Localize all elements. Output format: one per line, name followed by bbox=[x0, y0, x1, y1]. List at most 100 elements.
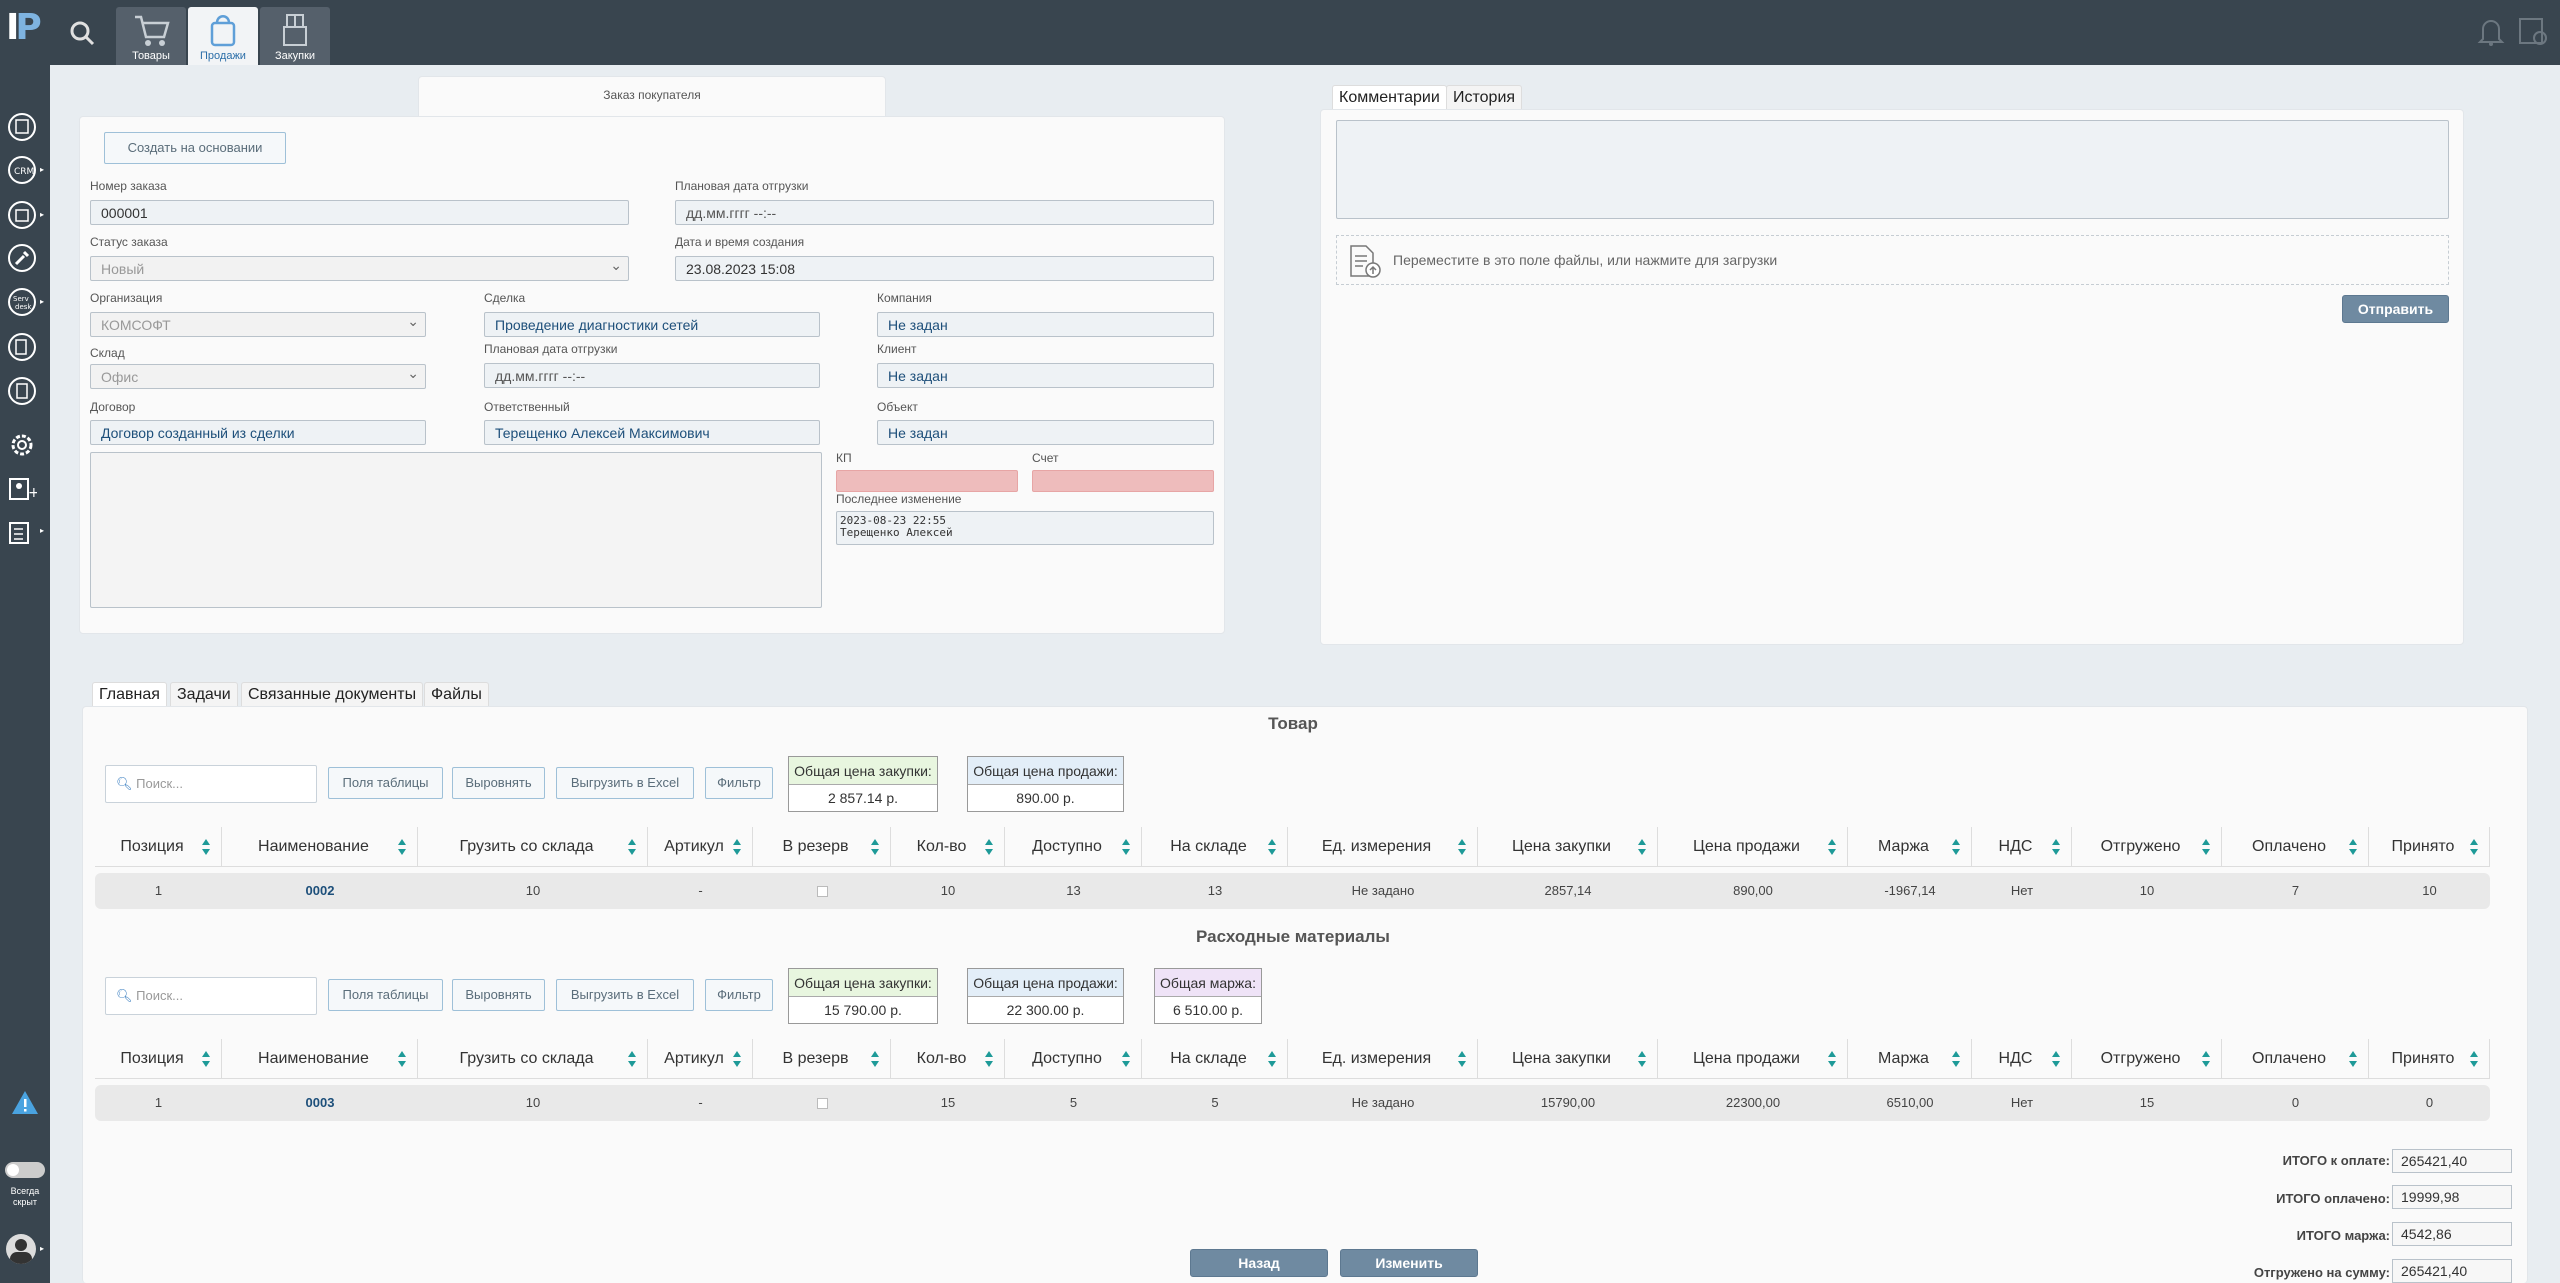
sort-icon[interactable] bbox=[1951, 1050, 1961, 1068]
tab-purchases[interactable]: Закупки bbox=[260, 7, 330, 65]
header-col-reserve[interactable]: В резерв bbox=[753, 1039, 891, 1079]
search-icon[interactable] bbox=[62, 14, 102, 52]
responsible-field[interactable]: Терещенко Алексей Максимович bbox=[484, 420, 820, 445]
header-col-quantity[interactable]: Кол-во bbox=[891, 1039, 1005, 1079]
edit-button[interactable]: Изменить bbox=[1340, 1249, 1478, 1277]
reports-icon[interactable] bbox=[7, 332, 37, 362]
sort-icon[interactable] bbox=[627, 1050, 637, 1068]
materials-search-input[interactable]: 🔍︎ Поиск... bbox=[105, 977, 317, 1015]
sort-icon[interactable] bbox=[1827, 1050, 1837, 1068]
checklist-icon[interactable] bbox=[7, 518, 37, 548]
sort-icon[interactable] bbox=[2201, 1050, 2211, 1068]
tab-tasks[interactable]: Задачи bbox=[170, 682, 238, 706]
header-col-reserve[interactable]: В резерв bbox=[753, 827, 891, 867]
table-row[interactable]: 1 0003 10 - 15 5 5 Не задано 15790,00 22300,00 651… bbox=[95, 1085, 2490, 1121]
header-col-article[interactable]: Артикул bbox=[648, 1039, 753, 1079]
sort-icon[interactable] bbox=[1951, 838, 1961, 856]
cell-col-reserve[interactable] bbox=[753, 1085, 891, 1121]
goods-excel-button[interactable]: Выгрузить в Excel bbox=[556, 767, 694, 799]
header-col-in-stock[interactable]: На складе bbox=[1142, 827, 1288, 867]
reserve-checkbox[interactable] bbox=[816, 886, 828, 898]
header-col-margin[interactable]: Маржа bbox=[1848, 827, 1972, 867]
header-col-vat[interactable]: НДС bbox=[1972, 1039, 2072, 1079]
table-row[interactable]: 1 0002 10 - 10 13 13 Не задано 2857,14 890,00 -196… bbox=[95, 873, 2490, 909]
header-col-available[interactable]: Доступно bbox=[1005, 1039, 1142, 1079]
header-col-ship-from-warehouse[interactable]: Грузить со склада bbox=[418, 827, 648, 867]
sort-icon[interactable] bbox=[201, 838, 211, 856]
send-button[interactable]: Отправить bbox=[2342, 295, 2449, 323]
materials-fields-button[interactable]: Поля таблицы bbox=[328, 979, 443, 1011]
header-col-sale-price[interactable]: Цена продажи bbox=[1658, 1039, 1848, 1079]
order-description-textarea[interactable] bbox=[90, 452, 822, 608]
goods-search-input[interactable]: 🔍︎ Поиск... bbox=[105, 765, 317, 803]
materials-filter-button[interactable]: Фильтр bbox=[705, 979, 773, 1011]
warning-icon[interactable] bbox=[10, 1088, 40, 1118]
checklist-expand-icon[interactable]: ▸ bbox=[40, 526, 44, 535]
crm-expand-icon[interactable]: ▸ bbox=[40, 165, 44, 174]
header-col-name[interactable]: Наименование bbox=[222, 827, 418, 867]
tab-files[interactable]: Файлы bbox=[424, 682, 489, 706]
sort-icon[interactable] bbox=[397, 1050, 407, 1068]
sort-icon[interactable] bbox=[1637, 838, 1647, 856]
object-field[interactable]: Не задан bbox=[877, 420, 1214, 445]
client-field[interactable]: Не задан bbox=[877, 363, 1214, 388]
header-col-shipped[interactable]: Отгружено bbox=[2072, 1039, 2222, 1079]
sort-icon[interactable] bbox=[984, 1050, 994, 1068]
header-col-name[interactable]: Наименование bbox=[222, 1039, 418, 1079]
calendar-icon[interactable] bbox=[7, 112, 37, 142]
header-col-unit[interactable]: Ед. измерения bbox=[1288, 1039, 1478, 1079]
header-col-quantity[interactable]: Кол-во bbox=[891, 827, 1005, 867]
file-drop-zone[interactable]: Переместите в это поле файлы, или нажмит… bbox=[1336, 235, 2449, 285]
sort-icon[interactable] bbox=[1457, 838, 1467, 856]
tab-comments[interactable]: Комментарии bbox=[1332, 85, 1447, 109]
sort-icon[interactable] bbox=[397, 838, 407, 856]
header-col-unit[interactable]: Ед. измерения bbox=[1288, 827, 1478, 867]
sort-icon[interactable] bbox=[1267, 838, 1277, 856]
sort-icon[interactable] bbox=[2051, 1050, 2061, 1068]
sort-icon[interactable] bbox=[2201, 838, 2211, 856]
header-col-sale-price[interactable]: Цена продажи bbox=[1658, 827, 1848, 867]
user-add-icon[interactable]: + bbox=[7, 474, 37, 504]
deal-field[interactable]: Проведение диагностики сетей bbox=[484, 312, 820, 337]
header-col-in-stock[interactable]: На складе bbox=[1142, 1039, 1288, 1079]
tab-main[interactable]: Главная bbox=[92, 682, 167, 706]
gear-icon[interactable] bbox=[7, 430, 37, 460]
sort-icon[interactable] bbox=[627, 838, 637, 856]
service-expand-icon[interactable]: ▸ bbox=[40, 297, 44, 306]
header-col-shipped[interactable]: Отгружено bbox=[2072, 827, 2222, 867]
sort-icon[interactable] bbox=[984, 838, 994, 856]
header-col-accepted[interactable]: Принято bbox=[2369, 827, 2490, 867]
document-icon[interactable] bbox=[7, 376, 37, 406]
cell-col-name[interactable]: 0002 bbox=[222, 873, 418, 909]
materials-excel-button[interactable]: Выгрузить в Excel bbox=[556, 979, 694, 1011]
planned-ship2-field[interactable]: дд.мм.гггг --:-- bbox=[484, 363, 820, 388]
header-col-margin[interactable]: Маржа bbox=[1848, 1039, 1972, 1079]
reserve-checkbox[interactable] bbox=[816, 1098, 828, 1110]
user-menu-expand-icon[interactable]: ▸ bbox=[40, 1244, 44, 1253]
bell-icon[interactable] bbox=[2474, 14, 2508, 48]
header-col-vat[interactable]: НДС bbox=[1972, 827, 2072, 867]
tab-related-docs[interactable]: Связанные документы bbox=[241, 682, 424, 706]
tab-history[interactable]: История bbox=[1446, 85, 1523, 109]
sidebar-toggle[interactable] bbox=[5, 1162, 45, 1178]
settings-icon[interactable] bbox=[2516, 14, 2550, 48]
planned-ship-field[interactable]: дд.мм.гггг --:-- bbox=[675, 200, 1214, 225]
tab-goods[interactable]: Товары bbox=[116, 7, 186, 65]
header-col-available[interactable]: Доступно bbox=[1005, 827, 1142, 867]
sort-icon[interactable] bbox=[732, 1050, 742, 1068]
header-col-paid[interactable]: Оплачено bbox=[2222, 1039, 2369, 1079]
sort-icon[interactable] bbox=[2348, 838, 2358, 856]
comment-textarea[interactable] bbox=[1336, 120, 2449, 219]
warehouse-expand-icon[interactable]: ▸ bbox=[40, 210, 44, 219]
cell-col-name[interactable]: 0003 bbox=[222, 1085, 418, 1121]
tools-icon[interactable] bbox=[7, 243, 37, 273]
sort-icon[interactable] bbox=[870, 1050, 880, 1068]
organization-select[interactable]: КОМСОФТ bbox=[90, 312, 426, 337]
order-number-field[interactable]: 000001 bbox=[90, 200, 629, 225]
header-col-ship-from-warehouse[interactable]: Грузить со склада bbox=[418, 1039, 648, 1079]
header-col-paid[interactable]: Оплачено bbox=[2222, 827, 2369, 867]
sort-icon[interactable] bbox=[870, 838, 880, 856]
invoice-field[interactable] bbox=[1032, 470, 1214, 492]
sort-icon[interactable] bbox=[201, 1050, 211, 1068]
app-logo[interactable]: IP bbox=[6, 8, 44, 48]
